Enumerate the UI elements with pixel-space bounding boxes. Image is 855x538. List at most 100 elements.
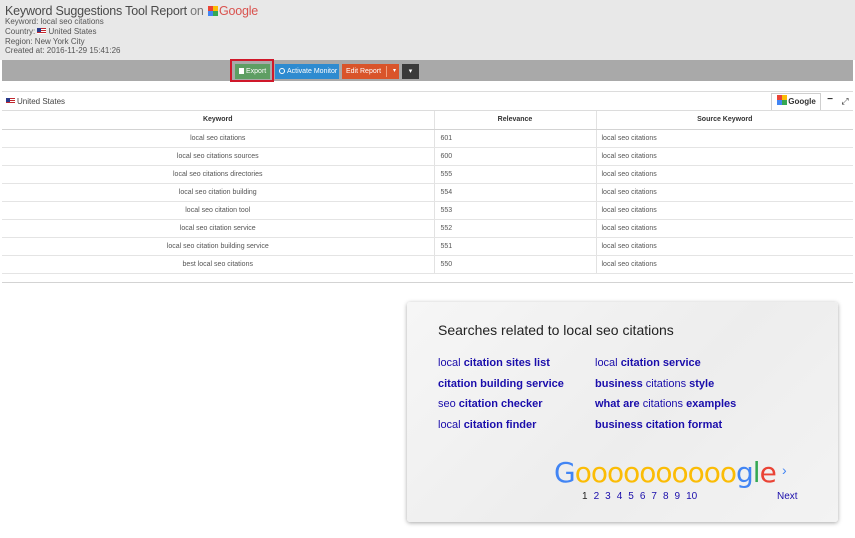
related-link-plain: local — [438, 419, 464, 431]
report-toolbar — [2, 60, 853, 81]
related-link-plain: local — [595, 357, 621, 369]
region-label: United States — [6, 97, 65, 106]
page-number-link[interactable]: 3 — [605, 491, 611, 502]
region-bar: United States — [2, 91, 853, 111]
meta-keyword: Keyword: local seo citations — [5, 17, 104, 26]
column-header-source-keyword[interactable]: Source Keyword — [596, 111, 853, 130]
logo-letter-g: G — [554, 456, 576, 489]
page-number-link[interactable]: 6 — [640, 491, 646, 502]
cell-keyword: best local seo citations — [2, 255, 435, 274]
cell-source-keyword: local seo citations — [596, 219, 853, 238]
edit-report-button[interactable]: Edit Report ▾ — [342, 64, 399, 79]
report-title: Keyword Suggestions Tool Report on Googl… — [5, 4, 258, 18]
report-page: Keyword Suggestions Tool Report on Googl… — [0, 0, 855, 538]
activate-monitor-label: Activate Monitor — [287, 68, 338, 75]
page-number-link[interactable]: 4 — [617, 491, 623, 502]
monitor-icon — [279, 68, 285, 74]
page-number-link[interactable]: 9 — [675, 491, 681, 502]
cell-source-keyword: local seo citations — [596, 255, 853, 274]
export-highlight-box — [230, 59, 274, 82]
page-number-link[interactable]: 7 — [651, 491, 657, 502]
related-link[interactable]: local citation sites list — [438, 357, 550, 369]
us-flag-icon — [37, 28, 47, 34]
related-link-bold: business citation format — [595, 419, 723, 431]
logo-letter-g-small: g — [736, 456, 754, 489]
meta-region: Region: New York City — [5, 37, 85, 46]
edit-report-separator — [386, 66, 387, 77]
related-link[interactable]: business citations style — [595, 378, 714, 390]
report-engine-name: Google — [218, 4, 259, 18]
google-engine-icon — [777, 95, 788, 105]
table-header-row: Keyword Relevance Source Keyword — [2, 111, 853, 130]
cell-source-keyword: local seo citations — [596, 165, 853, 184]
report-header: Keyword Suggestions Tool Report on Googl… — [0, 0, 855, 60]
report-title-on: on — [190, 4, 204, 18]
page-number-link[interactable]: 5 — [628, 491, 634, 502]
chevron-down-icon: ▾ — [408, 68, 413, 75]
chevron-down-icon[interactable]: ▾ — [393, 64, 396, 79]
related-link-bold: examples — [686, 398, 737, 410]
logo-letter-l: l — [752, 456, 761, 489]
related-link-bold: citation building service — [438, 378, 564, 390]
cell-relevance: 551 — [434, 237, 597, 256]
table-row: local seo citations sources 600 local seo … — [2, 147, 853, 166]
related-link[interactable]: business citation format — [595, 419, 722, 431]
column-header-keyword[interactable]: Keyword — [2, 111, 435, 130]
cell-relevance: 555 — [434, 165, 597, 184]
related-searches-title: Searches related to local seo citations — [438, 322, 674, 338]
related-link[interactable]: local citation finder — [438, 419, 536, 431]
minimize-icon[interactable]: − — [825, 94, 835, 108]
cell-keyword: local seo citations directories — [2, 165, 435, 184]
cell-keyword: local seo citation service — [2, 219, 435, 238]
cell-source-keyword: local seo citations — [596, 183, 853, 202]
google-pagination-logo: Goooooooooogle — [554, 456, 777, 489]
us-flag-icon — [6, 98, 15, 104]
table-footer — [2, 272, 853, 283]
cell-source-keyword: local seo citations — [596, 237, 853, 256]
more-options-button[interactable]: ▾ — [402, 64, 419, 79]
tab-google-label: Google — [788, 97, 816, 106]
column-header-relevance[interactable]: Relevance — [434, 111, 597, 130]
cell-keyword: local seo citations sources — [2, 147, 435, 166]
related-link[interactable]: what are citations examples — [595, 398, 736, 410]
page-number-link[interactable]: 2 — [594, 491, 600, 502]
related-link-bold: citation finder — [463, 419, 537, 431]
cell-relevance: 553 — [434, 201, 597, 220]
related-link-bold: citation checker — [458, 398, 543, 410]
pagination: 1 2 3 4 5 6 7 8 9 10 — [582, 491, 703, 502]
related-link[interactable]: citation building service — [438, 378, 564, 390]
report-title-text: Keyword Suggestions Tool Report — [5, 4, 187, 18]
page-number-link[interactable]: 1 — [582, 491, 588, 502]
cell-source-keyword: local seo citations — [596, 129, 853, 148]
cell-relevance: 601 — [434, 129, 597, 148]
table-row: local seo citation building 554 local seo … — [2, 183, 853, 202]
cell-keyword: local seo citation building — [2, 183, 435, 202]
related-link-plain: citations — [642, 378, 690, 390]
region-label-text: United States — [17, 97, 66, 106]
table-body: local seo citations 601 local seo citation… — [2, 129, 853, 274]
activate-monitor-button[interactable]: Activate Monitor — [275, 64, 339, 79]
related-link-plain: seo — [438, 398, 459, 410]
table-row: local seo citation building service 551 lo… — [2, 237, 853, 256]
tab-google[interactable]: Google — [771, 93, 821, 110]
cell-relevance: 550 — [434, 255, 597, 274]
related-link-bold: citation service — [620, 357, 701, 369]
related-link-bold: business — [595, 378, 643, 390]
related-link[interactable]: local citation service — [595, 357, 701, 369]
chevron-right-icon[interactable]: › — [782, 462, 787, 478]
table-row: best local seo citations 550 local seo cit… — [2, 255, 853, 274]
related-link[interactable]: seo citation checker — [438, 398, 543, 410]
related-link-plain: citations — [639, 398, 687, 410]
table-row: local seo citation service 552 local seo c… — [2, 219, 853, 238]
cell-relevance: 552 — [434, 219, 597, 238]
cell-relevance: 600 — [434, 147, 597, 166]
table-row: local seo citations 601 local seo citation… — [2, 129, 853, 148]
expand-icon[interactable]: ⤢ — [839, 94, 851, 108]
page-number-link[interactable]: 8 — [663, 491, 669, 502]
next-page-link[interactable]: Next — [777, 491, 798, 502]
cell-relevance: 554 — [434, 183, 597, 202]
page-number-link[interactable]: 10 — [686, 491, 697, 502]
meta-country-label: Country: — [5, 27, 36, 36]
meta-country-value: United States — [48, 27, 97, 36]
cell-source-keyword: local seo citations — [596, 147, 853, 166]
